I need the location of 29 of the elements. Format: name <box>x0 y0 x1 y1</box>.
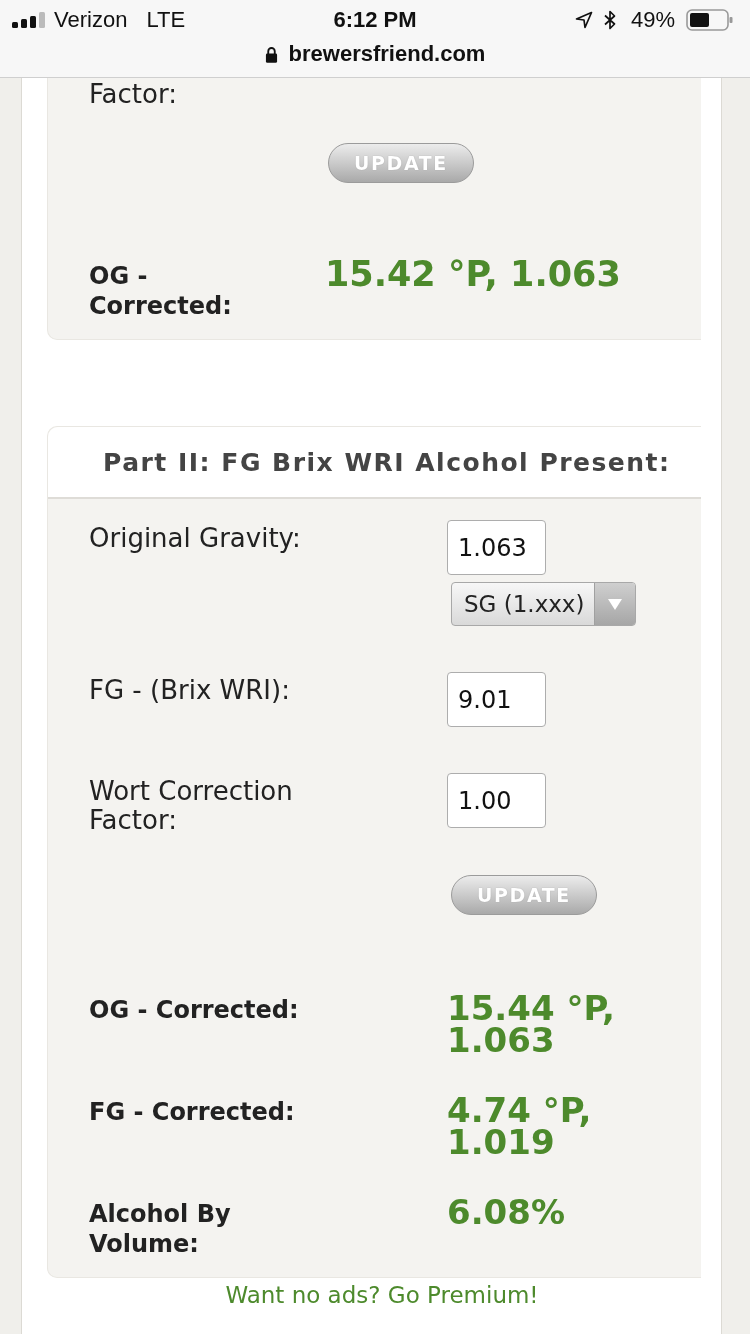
location-arrow-icon <box>574 11 593 29</box>
field-label: FG - (Brix WRI): <box>89 674 291 705</box>
signal-icon <box>12 12 46 28</box>
section-title: Part II: FG Brix WRI Alcohol Present: <box>103 447 671 477</box>
result-value: 6.08% <box>447 1196 566 1228</box>
text-input[interactable]: 1.063 <box>447 520 546 575</box>
url-text[interactable]: brewersfriend.com <box>288 41 486 67</box>
field-label: Factor: <box>89 80 178 109</box>
caret-icon <box>594 583 635 625</box>
result-value: 4.74 °P, 1.019 <box>447 1094 593 1158</box>
text-input[interactable]: 9.01 <box>447 672 546 727</box>
result-label: FG - Corrected: <box>89 1097 296 1127</box>
network-type: LTE <box>146 7 186 33</box>
lock-icon <box>264 45 278 63</box>
battery-icon <box>686 9 733 31</box>
field-label: Wort Correction Factor: <box>89 775 294 835</box>
unit-select[interactable]: SG (1.xxx) <box>451 582 636 626</box>
result-label: OG - Corrected: <box>89 261 233 321</box>
result-label: Alcohol By Volume: <box>89 1199 232 1259</box>
bluetooth-icon <box>603 10 616 30</box>
battery-percent: 49% <box>630 7 675 33</box>
field-label: Original Gravity: <box>89 522 302 553</box>
result-label: OG - Corrected: <box>89 995 300 1025</box>
premium-link[interactable]: Want no ads? Go Premium! <box>225 1282 539 1308</box>
result-value: 15.42 °P, 1.063 <box>325 255 622 293</box>
clock-time: 6:12 PM <box>333 7 417 33</box>
carrier-name: Verizon <box>54 7 128 33</box>
text-input[interactable]: 1.00 <box>447 773 546 828</box>
result-value: 15.44 °P, 1.063 <box>447 992 616 1056</box>
